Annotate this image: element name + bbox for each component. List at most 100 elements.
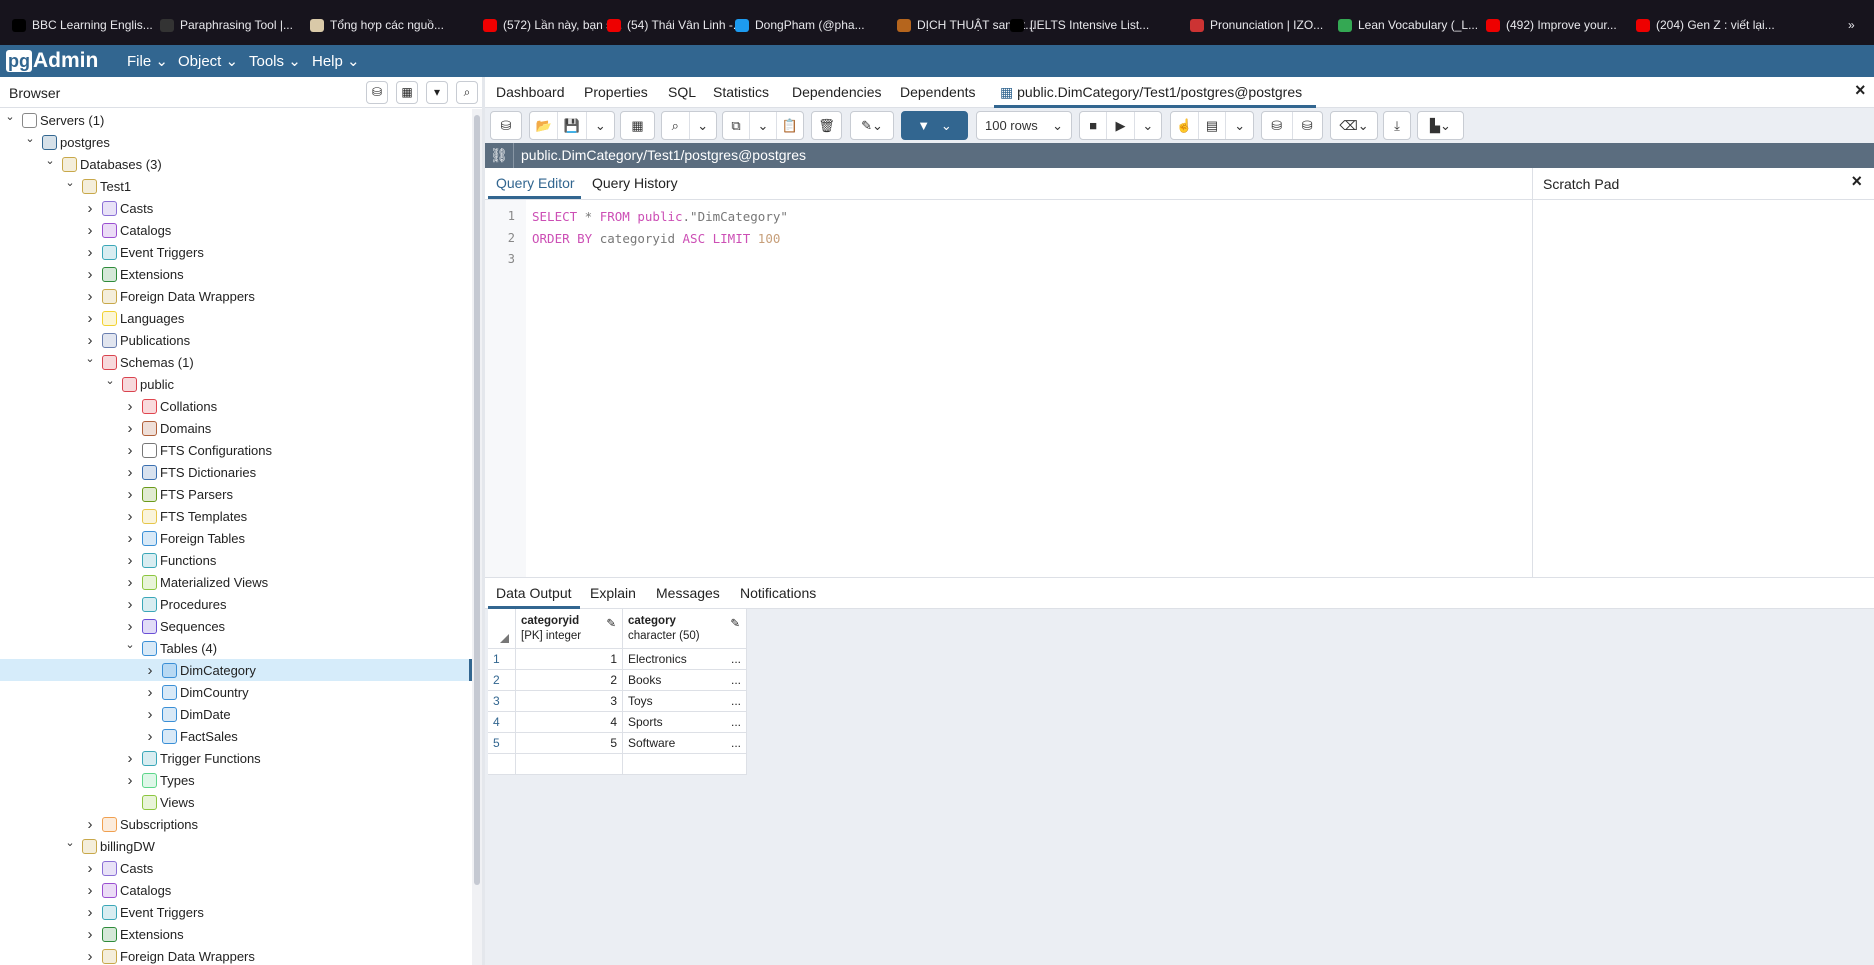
tree-item[interactable]: › Trigger Functions [0,747,470,769]
chevron-right-icon[interactable]: › [84,200,96,217]
menu-tools[interactable]: Tools ⌄ [249,52,301,70]
tab-statistics[interactable]: Statistics [713,84,769,100]
tree-item[interactable]: › Event Triggers [0,241,470,263]
tree-item[interactable]: › DimDate [0,703,470,725]
column-header-categoryid[interactable]: categoryid [PK] integer ✎ [516,609,623,649]
tree-item[interactable]: › Catalogs [0,879,470,901]
expand-cell-icon[interactable]: ... [731,670,741,690]
more-bookmarks-icon[interactable]: » [1848,18,1855,32]
stop-icon[interactable]: ■ [1080,112,1108,139]
tree-item[interactable]: › DimCategory [0,659,472,681]
tree-item[interactable]: › Foreign Data Wrappers [0,285,470,307]
chevron-down-icon[interactable]: ⌄ [4,110,16,123]
empty-cell[interactable] [516,754,623,775]
explain-analyze-icon[interactable]: ▤ [1199,112,1227,139]
chevron-right-icon[interactable]: › [124,398,136,415]
tree-item[interactable]: › Extensions [0,923,470,945]
tree-item[interactable]: › Sequences [0,615,470,637]
scrollbar-thumb[interactable] [474,115,480,885]
search-icon[interactable]: ⌕ [662,112,690,139]
tree-item[interactable]: › FTS Configurations [0,439,470,461]
select-all-corner[interactable] [488,609,516,649]
cell-categoryid[interactable]: 2 [516,670,623,691]
tree-item[interactable]: › FTS Parsers [0,483,470,505]
cell-category[interactable]: Software... [623,733,747,754]
row-number[interactable]: 5 [488,733,516,754]
explain-icon[interactable]: ☝ [1171,112,1199,139]
menu-object[interactable]: Object ⌄ [178,52,238,70]
chevron-down-icon[interactable]: ⌄ [64,836,76,849]
copy-dropdown-icon[interactable]: ⌄ [750,112,777,139]
chevron-right-icon[interactable]: › [84,948,96,965]
tree-item[interactable]: › Materialized Views [0,571,470,593]
chevron-right-icon[interactable]: › [124,442,136,459]
tree-item[interactable]: ⌄ billingDW [0,835,470,857]
chevron-right-icon[interactable]: › [124,574,136,591]
bookmark-item[interactable]: BBC Learning Englis... [12,18,153,32]
bookmark-item[interactable]: Tổng hợp các nguồ... [310,18,444,32]
save-icon[interactable]: 💾 [558,112,587,139]
bookmark-item[interactable]: (492) Improve your... [1486,18,1617,32]
commit-icon[interactable]: ⛁ [1262,112,1293,139]
column-header-category[interactable]: category character (50) ✎ [623,609,747,649]
chevron-right-icon[interactable]: › [124,508,136,525]
tab-properties[interactable]: Properties [584,84,648,100]
menu-file[interactable]: File ⌄ [127,52,168,70]
menu-help[interactable]: Help ⌄ [312,52,360,70]
chevron-right-icon[interactable]: › [84,904,96,921]
chevron-right-icon[interactable]: › [84,266,96,283]
chevron-right-icon[interactable]: › [84,332,96,349]
tree-item[interactable]: › Publications [0,329,470,351]
tab-dependents[interactable]: Dependents [900,84,976,100]
rows-limit-select[interactable]: 100 rows ⌄ [976,111,1072,140]
tab-dependencies[interactable]: Dependencies [792,84,882,100]
row-number[interactable]: 1 [488,649,516,670]
bookmark-item[interactable]: [IELTS Intensive List... [1010,18,1149,32]
chevron-right-icon[interactable]: › [124,464,136,481]
edit-dropdown-button[interactable]: ✎⌄ [850,111,894,140]
tree-item[interactable]: › Domains [0,417,470,439]
row-number[interactable]: 2 [488,670,516,691]
bookmark-item[interactable]: Pronunciation | IZO... [1190,18,1323,32]
macros-button[interactable]: ▙⌄ [1417,111,1464,140]
execute-icon[interactable]: ▶ [1107,112,1135,139]
tab-query-editor[interactable]: Query Editor [488,168,581,199]
tree-item[interactable]: Views [0,791,470,813]
chevron-right-icon[interactable]: › [144,684,156,701]
save-dropdown-icon[interactable]: ⌄ [587,112,614,139]
chevron-right-icon[interactable]: › [84,222,96,239]
chevron-right-icon[interactable]: › [124,530,136,547]
empty-row-number[interactable] [488,754,516,775]
connection-status-button[interactable]: ⛁ [490,111,522,140]
chevron-right-icon[interactable]: › [84,926,96,943]
chevron-right-icon[interactable]: › [84,288,96,305]
connection-link-icon[interactable]: ⛓ [485,143,514,168]
cell-category[interactable]: Electronics... [623,649,747,670]
tree-item[interactable]: ⌄ Tables (4) [0,637,470,659]
cell-category[interactable]: Books... [623,670,747,691]
expand-cell-icon[interactable]: ... [731,691,741,711]
tree-item[interactable]: › Procedures [0,593,470,615]
chevron-down-icon[interactable]: ⌄ [64,176,76,189]
chevron-right-icon[interactable]: › [124,420,136,437]
tree-item[interactable]: › FactSales [0,725,470,747]
bookmark-item[interactable]: (572) Lần này, bạn s... [483,18,622,32]
chevron-right-icon[interactable]: › [124,750,136,767]
bookmark-item[interactable]: DongPham (@pha... [735,18,865,32]
row-number[interactable]: 3 [488,691,516,712]
scratch-pad-textarea[interactable] [1532,200,1874,577]
tree-item[interactable]: ⌄ Test1 [0,175,470,197]
tab-messages[interactable]: Messages [656,585,720,601]
download-button[interactable]: ⤓ [1383,111,1411,140]
close-tab-icon[interactable]: × [1855,80,1866,101]
explain-dropdown-icon[interactable]: ⌄ [1226,112,1253,139]
find-dropdown-icon[interactable]: ⌄ [690,112,717,139]
tree-item[interactable]: ⌄ Databases (3) [0,153,470,175]
tree-item[interactable]: ⌄ Schemas (1) [0,351,470,373]
tree-item[interactable]: › Subscriptions [0,813,470,835]
cell-category[interactable]: Toys... [623,691,747,712]
chevron-down-icon[interactable]: ⌄ [24,132,36,145]
open-file-icon[interactable]: 📂 [530,112,559,139]
chevron-right-icon[interactable]: › [124,552,136,569]
tree-item[interactable]: › Event Triggers [0,901,470,923]
